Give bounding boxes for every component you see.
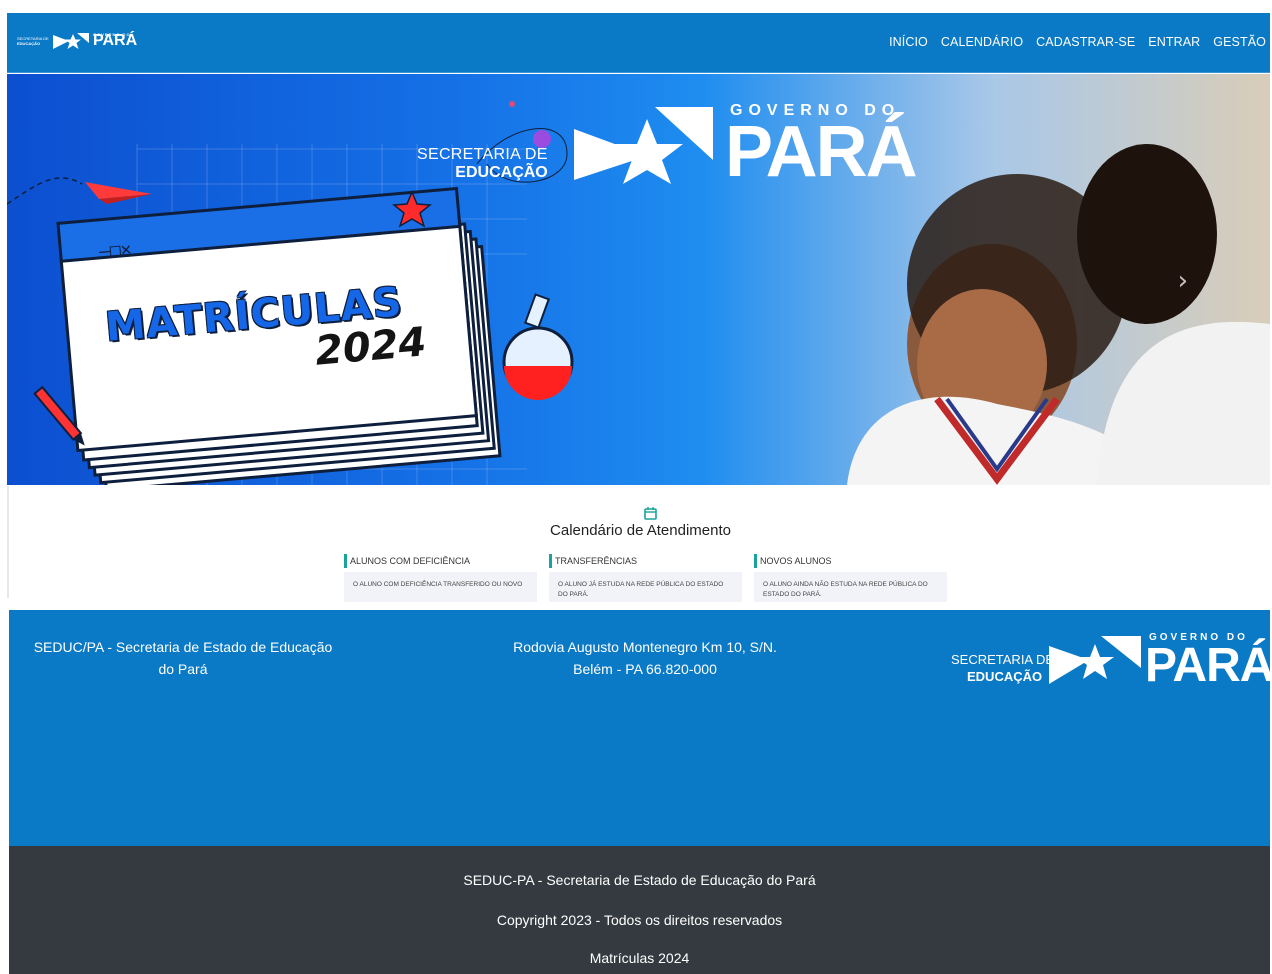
window-controls-icon: —□✕ [98,238,133,263]
nav-link-cadastrar[interactable]: CADASTRAR-SE [1036,35,1135,49]
nav-logo-governo: GOVERNO DO [93,32,131,37]
hero-secretaria-text: SECRETARIA DE [417,146,548,163]
nav-logo-secretaria: SECRETARIA DE EDUCAÇÃO [17,36,49,46]
hero-illustration [7,101,1270,485]
card-alunos-deficiencia[interactable]: ALUNOS COM DEFICIÊNCIA O ALUNO COM DEFIC… [344,554,537,602]
main-nav: INÍCIO CALENDÁRIO CADASTRAR-SE ENTRAR GE… [889,35,1266,49]
footer-star-logo-icon [1049,636,1141,684]
card-text: O ALUNO JÁ ESTUDA NA REDE PÚBLICA DO EST… [549,572,742,602]
footer: SEDUC/PA - Secretaria de Estado de Educa… [9,610,1272,846]
card-text: O ALUNO AINDA NÃO ESTUDA NA REDE PÚBLICA… [754,572,947,602]
footer-address-line2: Belém - PA 66.820-000 [573,661,717,677]
top-navbar: SECRETARIA DE EDUCAÇÃO GOVERNO DO PARÁ I… [7,13,1270,73]
hero-educacao-text: EDUCAÇÃO [455,164,548,181]
footer-logo-educacao: EDUCAÇÃO [967,669,1043,684]
card-heading: NOVOS ALUNOS [754,554,947,568]
calendar-icon [644,507,657,520]
nav-link-entrar[interactable]: ENTRAR [1148,35,1200,49]
footer-org-line1: SEDUC/PA - Secretaria de Estado de Educa… [33,639,333,655]
star-logo-icon [53,33,89,49]
card-transferencias[interactable]: TRANSFERÊNCIAS O ALUNO JÁ ESTUDA NA REDE… [549,554,742,602]
card-heading: TRANSFERÊNCIAS [549,554,742,568]
bottom-bar: SEDUC-PA - Secretaria de Estado de Educa… [9,846,1270,974]
card-novos-alunos[interactable]: NOVOS ALUNOS O ALUNO AINDA NÃO ESTUDA NA… [754,554,947,602]
calendar-section: Calendário de Atendimento ALUNOS COM DEF… [7,486,1270,602]
footer-logo-secretaria: SECRETARIA DE [951,652,1055,667]
hero-year: 2024 [313,319,429,375]
footer-org-name: SEDUC/PA - Secretaria de Estado de Educa… [23,636,343,680]
hero-banner[interactable]: SECRETARIA DE EDUCAÇÃO GOVERNO DO PARÁ —… [7,74,1270,485]
nav-logo-para: GOVERNO DO PARÁ [93,32,137,49]
bottom-matriculas: Matrículas 2024 [589,950,690,966]
calendar-title: Calendário de Atendimento [550,522,731,539]
hero-secretaria-label: SECRETARIA DE EDUCAÇÃO [417,146,548,182]
footer-logo: SECRETARIA DE EDUCAÇÃO GOVERNO DO PARÁ [949,630,1272,690]
hero-para-text: PARÁ [725,112,918,192]
paper-plane [85,182,152,199]
card-heading: ALUNOS COM DEFICIÊNCIA [344,554,537,568]
nav-link-gestao[interactable]: GESTÃO [1213,35,1266,49]
nav-link-calendario[interactable]: CALENDÁRIO [941,35,1023,49]
carousel-next-icon[interactable]: › [1178,266,1188,296]
card-text: O ALUNO COM DEFICIÊNCIA TRANSFERIDO OU N… [344,572,537,602]
nav-logo[interactable]: SECRETARIA DE EDUCAÇÃO GOVERNO DO PARÁ [17,31,137,51]
page: SECRETARIA DE EDUCAÇÃO GOVERNO DO PARÁ I… [0,0,1272,974]
nav-link-inicio[interactable]: INÍCIO [889,35,928,49]
bottom-copyright: Copyright 2023 - Todos os direitos reser… [496,912,783,928]
footer-logo-para: PARÁ [1145,639,1272,692]
nav-logo-educacao-text: EDUCAÇÃO [17,41,41,46]
calendar-cards: ALUNOS COM DEFICIÊNCIA O ALUNO COM DEFIC… [344,554,947,602]
footer-org-line2: do Pará [158,661,208,677]
bottom-org-text: SEDUC-PA - Secretaria de Estado de Educa… [463,872,816,888]
footer-address-line1: Rodovia Augusto Montenegro Km 10, S/N. [513,639,777,655]
footer-address: Rodovia Augusto Montenegro Km 10, S/N. B… [474,636,816,680]
